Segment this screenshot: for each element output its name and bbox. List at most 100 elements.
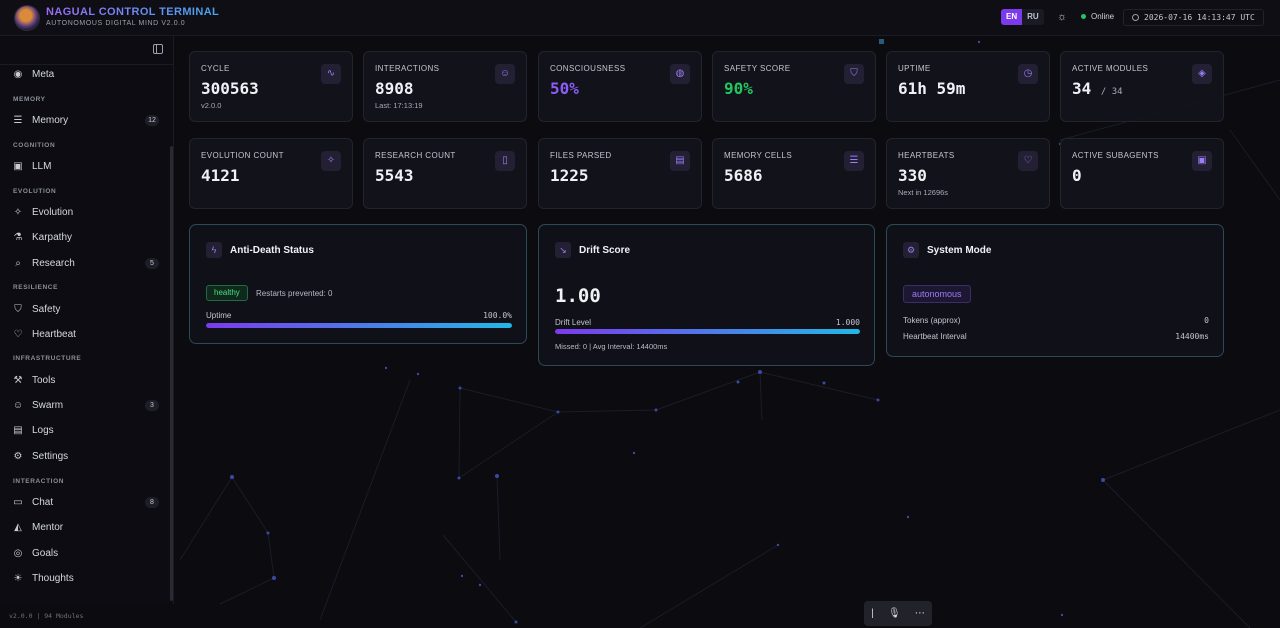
stat-label: ACTIVE MODULES <box>1072 64 1149 73</box>
sidebar-item-goals[interactable]: ◎ Goals <box>9 544 159 562</box>
sidebar-scrollbar[interactable] <box>170 146 173 601</box>
stat-label: EVOLUTION COUNT <box>201 151 284 160</box>
sparkle-icon: ✧ <box>13 206 23 218</box>
floating-toolbar: | 🎙︎ ⋯ <box>864 601 932 626</box>
stat-card-files-parsed: FILES PARSED 1225 ▤ <box>538 138 702 209</box>
search-icon: ⌕ <box>15 257 21 269</box>
sidebar-item-evolution[interactable]: ✧ Evolution <box>9 203 159 221</box>
stat-value: 1225 <box>550 166 589 185</box>
stat-value: 4121 <box>201 166 240 185</box>
gear-icon: ⚙ <box>903 242 919 258</box>
stat-label: MEMORY CELLS <box>724 151 793 160</box>
panel-title: Drift Score <box>579 244 631 256</box>
sidebar-item-llm[interactable]: ▣ LLM <box>9 157 159 175</box>
sidebar-item-swarm[interactable]: ☺ Swarm 3 <box>9 396 159 414</box>
clock-display: 2026-07-16 14:13:47 UTC <box>1123 9 1264 26</box>
sidebar-item-heartbeat[interactable]: ♡ Heartbeat <box>9 325 159 343</box>
progress-fill <box>555 329 860 334</box>
sidebar-item-mentor[interactable]: ◭ Mentor <box>9 518 159 536</box>
sidebar-item-memory[interactable]: ☰ Memory 12 <box>9 111 159 129</box>
sidebar-item-label: Safety <box>32 303 61 315</box>
stat-card-consciousness: CONSCIOUSNESS 50% ◍ <box>538 51 702 122</box>
stat-sub: Last: 17:13:19 <box>375 101 423 110</box>
sidebar-item-label: Thoughts <box>32 572 74 584</box>
trend-down-icon: ↘ <box>555 242 571 258</box>
panel-title: Anti-Death Status <box>230 244 314 256</box>
sidebar-item-label: Evolution <box>32 206 74 218</box>
sidebar-item-label: Meta <box>32 68 55 80</box>
stat-value: 330 <box>898 166 927 185</box>
status-text: Online <box>1091 12 1115 21</box>
app-logo <box>14 5 40 31</box>
drift-meta: Missed: 0 | Avg Interval: 14400ms <box>555 342 668 351</box>
sidebar-item-label: Research <box>32 257 75 269</box>
language-switcher: EN RU <box>1001 9 1044 25</box>
brand: NAGUAL CONTROL TERMINAL AUTONOMOUS DIGIT… <box>46 6 219 27</box>
stat-label: INTERACTIONS <box>375 64 440 73</box>
sidebar-item-safety[interactable]: ⛉ Safety <box>9 300 159 318</box>
stat-card-active-modules: ACTIVE MODULES 34 / 34 ◈ <box>1060 51 1224 122</box>
stat-sub: v2.0.0 <box>201 101 222 110</box>
sidebar-collapse-icon[interactable] <box>153 44 163 54</box>
stat-value: 5543 <box>375 166 414 185</box>
text-cursor-icon[interactable]: | <box>871 608 874 619</box>
progress-fill <box>206 323 512 328</box>
layers-icon: ◈ <box>1192 64 1212 84</box>
count-badge: 12 <box>145 114 159 126</box>
flask-icon: ⚗ <box>13 231 23 243</box>
database-icon: ☰ <box>13 114 23 126</box>
section-label-infrastructure: INFRASTRUCTURE <box>13 355 82 362</box>
microphone-icon[interactable]: 🎙︎ <box>888 608 901 619</box>
sidebar-item-logs[interactable]: ▤ Logs <box>9 421 159 439</box>
panel-header: ⚙ System Mode <box>903 242 991 258</box>
stat-card-uptime: UPTIME 61h 59m ◷ <box>886 51 1050 122</box>
chat-bubble-icon: ▭ <box>13 496 23 508</box>
stat-card-interactions: INTERACTIONS 8908 Last: 17:13:19 ☺ <box>363 51 527 122</box>
sidebar-item-label: Logs <box>32 424 54 436</box>
bar-value: 1.000 <box>835 318 860 327</box>
stat-label: CYCLE <box>201 64 230 73</box>
drift-value: 1.00 <box>555 285 601 307</box>
panel-title: System Mode <box>927 244 992 256</box>
heart-icon: ♡ <box>1018 151 1038 171</box>
stat-label: FILES PARSED <box>550 151 612 160</box>
sidebar-item-tools[interactable]: ⚒ Tools <box>9 371 159 389</box>
sidebar-item-chat[interactable]: ▭ Chat 8 <box>9 493 159 511</box>
stat-value: 300563 <box>201 79 259 98</box>
sidebar-item-thoughts[interactable]: ☀ Thoughts <box>9 569 159 587</box>
sidebar-item-research[interactable]: ⌕ Research 5 <box>9 254 159 272</box>
stat-label: ACTIVE SUBAGENTS <box>1072 151 1159 160</box>
more-icon[interactable]: ⋯ <box>915 608 925 619</box>
theme-toggle-sun-icon[interactable]: ☼ <box>1055 10 1069 24</box>
count-badge: 3 <box>145 399 159 411</box>
sidebar-item-meta[interactable]: ◉ Meta <box>9 65 159 83</box>
sidebar-item-label: Tools <box>32 374 56 386</box>
bar-labels: Drift Level 1.000 <box>555 318 860 327</box>
clock-icon <box>1132 14 1139 21</box>
sidebar-item-karpathy[interactable]: ⚗ Karpathy <box>9 228 159 246</box>
stat-label: UPTIME <box>898 64 931 73</box>
stat-value-group: 34 / 34 <box>1072 79 1123 98</box>
top-header: NAGUAL CONTROL TERMINAL AUTONOMOUS DIGIT… <box>0 0 1280 36</box>
users-icon: ☺ <box>12 399 24 411</box>
stat-label: RESEARCH COUNT <box>375 151 456 160</box>
panel-header: ϟ Anti-Death Status <box>206 242 314 258</box>
stat-card-evolution-count: EVOLUTION COUNT 4121 ✧ <box>189 138 353 209</box>
sidebar-item-settings[interactable]: ⚙ Settings <box>9 447 159 465</box>
bar-value: 100.0% <box>483 311 512 320</box>
sidebar-item-label: LLM <box>32 160 52 172</box>
lightbulb-icon: ☀ <box>13 572 23 584</box>
heart-icon: ♡ <box>13 328 23 340</box>
lang-en-button[interactable]: EN <box>1001 9 1023 25</box>
bot-icon: ▣ <box>1192 151 1212 171</box>
stat-value: 34 <box>1072 79 1092 98</box>
stat-label: HEARTBEATS <box>898 151 955 160</box>
tokens-row: Tokens (approx) 0 <box>903 316 1209 325</box>
brain-icon: ◍ <box>670 64 690 84</box>
sidebar-item-label: Swarm <box>32 399 64 411</box>
panel-drift-score: ↘ Drift Score 1.00 Drift Level 1.000 Mis… <box>538 224 875 366</box>
stat-sub: Next in 12696s <box>898 188 949 197</box>
lang-ru-button[interactable]: RU <box>1022 9 1044 25</box>
file-icon: ▤ <box>13 424 23 436</box>
section-label-interaction: INTERACTION <box>13 478 65 485</box>
